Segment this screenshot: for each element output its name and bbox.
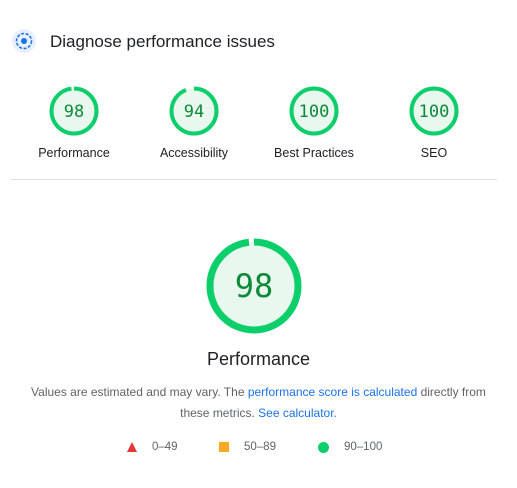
circle-icon (318, 441, 329, 453)
legend-fail: 0–49 (127, 441, 178, 453)
performance-main-gauge: 98 (205, 237, 303, 335)
score-legend: 0–49 50–89 90–100 (0, 441, 517, 457)
legend-pass-range: 90–100 (344, 441, 383, 453)
accessibility-label[interactable]: Accessibility (134, 146, 254, 160)
description-text: Values are estimated and may vary. The (31, 385, 248, 399)
section-header: Diagnose performance issues (11, 28, 501, 56)
see-calculator-link[interactable]: See calculator. (258, 406, 337, 420)
section-title: Diagnose performance issues (50, 32, 275, 51)
legend-fail-range: 0–49 (152, 441, 178, 453)
divider (11, 179, 497, 180)
legend-average-range: 50–89 (244, 441, 276, 453)
score-description: Values are estimated and may vary. The p… (30, 382, 487, 424)
performance-main-score: 98 (235, 267, 274, 305)
square-icon (219, 442, 229, 452)
seo-score: 100 (419, 102, 450, 122)
best-practices-label[interactable]: Best Practices (254, 146, 374, 160)
performance-title: Performance (206, 349, 311, 369)
best-practices-gauge[interactable]: 100 (289, 86, 339, 136)
legend-pass: 90–100 (318, 441, 382, 453)
performance-score-link[interactable]: performance score is calculated (248, 385, 417, 399)
performance-gauge[interactable]: 98 (49, 86, 99, 136)
best-practices-score: 100 (299, 102, 330, 122)
performance-label[interactable]: Performance (14, 146, 134, 160)
accessibility-score: 94 (184, 102, 204, 122)
seo-label[interactable]: SEO (374, 146, 494, 160)
triangle-icon (127, 442, 137, 452)
accessibility-gauge[interactable]: 94 (169, 86, 219, 136)
legend-average: 50–89 (219, 441, 276, 453)
performance-score: 98 (64, 102, 84, 122)
seo-gauge[interactable]: 100 (409, 86, 459, 136)
lighthouse-icon (12, 29, 36, 53)
